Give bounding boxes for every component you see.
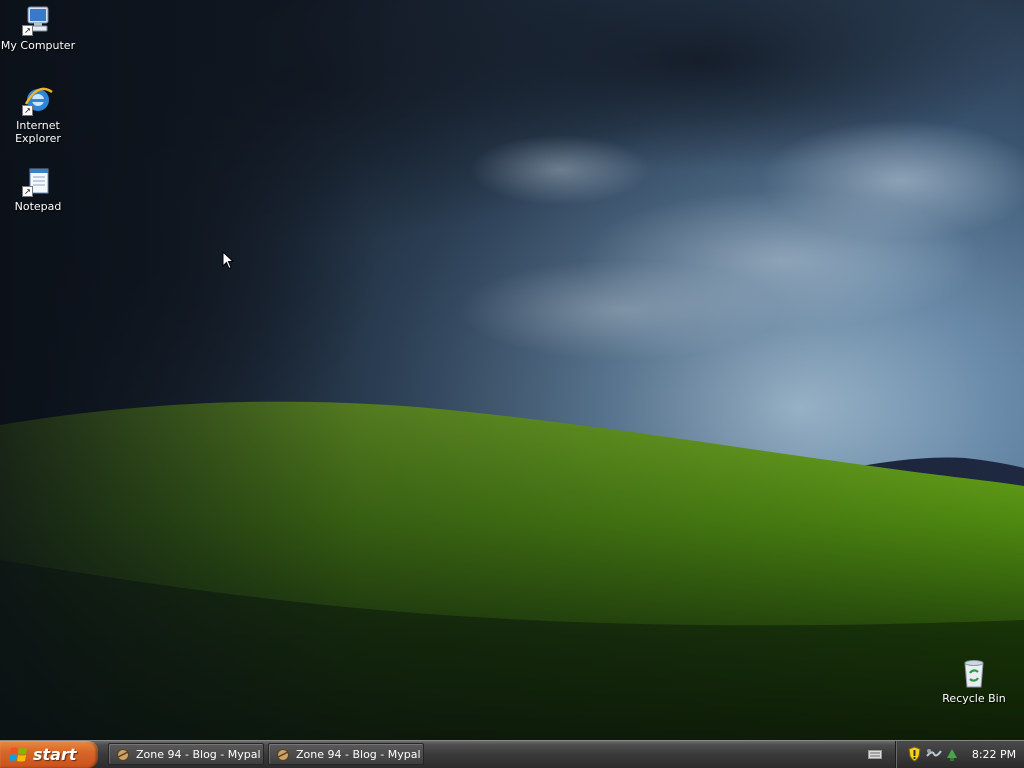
internet-explorer-icon: ↗	[22, 84, 54, 116]
desktop-icon-label: Notepad	[14, 200, 62, 213]
network-icon[interactable]	[926, 746, 942, 762]
desktop-icon-internet-explorer[interactable]: ↗ Internet Explorer	[0, 84, 76, 145]
keyboard-icon[interactable]	[868, 748, 882, 760]
start-button[interactable]: start	[0, 741, 98, 768]
taskbar-button-label: Zone 94 - Blog - Mypal	[136, 748, 261, 761]
wallpaper-bliss-storm	[0, 0, 1024, 740]
desktop[interactable]: ↗ My Computer ↗ Internet Explorer ↗ Note…	[0, 0, 1024, 768]
my-computer-icon: ↗	[22, 4, 54, 36]
taskbar-button-mypal-1[interactable]: Zone 94 - Blog - Mypal	[108, 743, 264, 765]
security-shield-icon[interactable]	[908, 746, 921, 762]
start-label: start	[33, 745, 77, 764]
desktop-icon-label: Internet Explorer	[15, 119, 61, 145]
mouse-cursor-icon	[222, 251, 234, 270]
windows-logo-icon	[10, 747, 27, 762]
taskbar-button-mypal-2[interactable]: Zone 94 - Blog - Mypal	[268, 743, 424, 765]
taskbar-button-label: Zone 94 - Blog - Mypal	[296, 748, 421, 761]
desktop-icon-my-computer[interactable]: ↗ My Computer	[0, 4, 76, 52]
taskbar: start Zone 94 - Blog - Mypal Zone 94 - B…	[0, 740, 1024, 768]
recycle-bin-icon	[958, 657, 990, 689]
clock[interactable]: 8:22 PM	[968, 741, 1020, 768]
safely-remove-hardware-icon[interactable]	[944, 746, 960, 762]
mypal-browser-icon	[277, 749, 289, 761]
desktop-icon-recycle-bin[interactable]: Recycle Bin	[936, 657, 1012, 705]
desktop-icon-notepad[interactable]: ↗ Notepad	[0, 165, 76, 213]
desktop-icon-label: Recycle Bin	[942, 692, 1006, 705]
mypal-browser-icon	[117, 749, 129, 761]
system-tray: 8:22 PM	[895, 741, 1024, 768]
notepad-icon: ↗	[22, 165, 54, 197]
desktop-icon-label: My Computer	[0, 39, 76, 52]
